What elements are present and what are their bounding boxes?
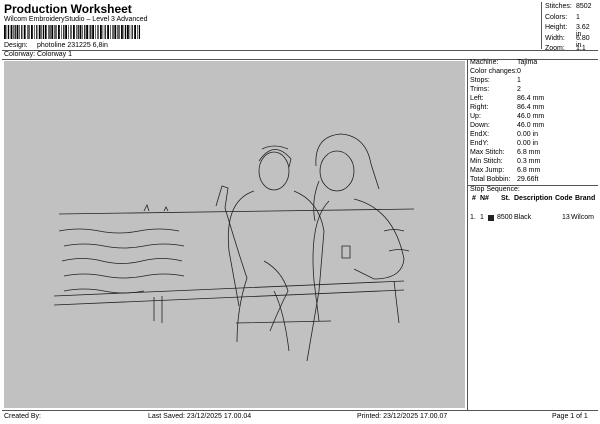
info-label: Total Bobbin: [470, 176, 511, 183]
info-value: 46.0 mm [517, 122, 545, 129]
stat-row-stitches: Stitches: 8502 [541, 3, 597, 14]
info-value: 0.00 in [517, 131, 539, 138]
info-value: 1 [517, 77, 521, 84]
stat-value: 1 [576, 13, 580, 21]
info-label: Color changes: [470, 68, 518, 75]
info-row-color-changes: Color changes: 0 [470, 68, 598, 77]
header-separator [2, 50, 598, 51]
row-n: 1 [480, 214, 484, 221]
stat-label: Stitches: [545, 3, 572, 10]
stat-row-colors: Colors: 1 [541, 14, 597, 25]
col-num: # [472, 195, 476, 202]
panel-divider [467, 59, 468, 410]
footer-printed: Printed: 23/12/2025 17.00.07 [357, 413, 448, 420]
right-body [312, 198, 405, 322]
stop-sequence-header: # N# St. Description Code Brand [470, 195, 598, 205]
info-row-endy: EndY: 0.00 in [470, 140, 598, 149]
ship-railing [53, 280, 405, 324]
info-label: Max Stitch: [470, 149, 505, 156]
row-description: Black [514, 214, 532, 221]
stat-value: 8502 [576, 3, 592, 10]
info-row-max-jump: Max Jump: 6.8 mm [470, 167, 598, 176]
software-name: Wilcom EmbroideryStudio – Level 3 Advanc… [4, 16, 148, 23]
col-st: St. [501, 195, 510, 202]
info-label: Up: [470, 113, 481, 120]
info-label: Down: [470, 122, 490, 129]
info-row-stops: Stops: 1 [470, 77, 598, 86]
embroidery-artwork [53, 133, 415, 362]
col-code: Code [555, 195, 573, 202]
right-face [319, 150, 355, 192]
info-row-up: Up: 46.0 mm [470, 113, 598, 122]
info-row-max-stitch: Max Stitch: 6.8 mm [470, 149, 598, 158]
info-value: 0.3 mm [517, 158, 541, 165]
info-value: 86.4 mm [517, 95, 545, 102]
info-value: 0.00 in [517, 140, 539, 147]
col-brand: Brand [575, 195, 596, 202]
info-label: Right: [470, 104, 489, 111]
design-label: Design: [4, 42, 28, 49]
stop-sequence-row: 1. 1 8500 Black 13 Wilcom [470, 214, 598, 224]
info-row-trims: Trims: 2 [470, 86, 598, 95]
info-value: 46.0 mm [517, 113, 545, 120]
row-code: 13 [562, 214, 570, 221]
stat-row-width: Width: 6.80 in [541, 34, 597, 49]
info-row-machine: Machine: Tajima [470, 59, 598, 68]
col-description: Description [514, 195, 553, 202]
info-label: EndX: [470, 131, 490, 138]
row-num: 1. [470, 214, 476, 221]
info-value: 2 [517, 86, 521, 93]
horizon-line [58, 208, 415, 215]
row-brand: Wilcom [571, 214, 594, 221]
left-face [258, 151, 290, 191]
info-row-left: Left: 86.4 mm [470, 95, 598, 104]
worksheet-title: Production Worksheet [4, 2, 132, 16]
footer-page-number: Page 1 of 1 [552, 413, 588, 420]
info-row-down: Down: 46.0 mm [470, 122, 598, 131]
info-value: 29.66ft [517, 176, 539, 183]
stat-row-height: Height: 3.62 in [541, 24, 597, 38]
col-n: N# [480, 195, 489, 202]
colorway-label: Colorway: [4, 51, 36, 58]
barcode-icon [4, 25, 140, 39]
stop-sequence-title: Stop Sequence: [470, 186, 520, 193]
color-swatch-icon [488, 215, 494, 221]
info-label: Trims: [470, 86, 490, 93]
info-row-min-stitch: Min Stitch: 0.3 mm [470, 158, 598, 167]
footer-created-by: Created By: [4, 413, 41, 420]
stat-label: Height: [545, 24, 568, 31]
stats-box: Stitches: 8502 Colors: 1 Height: 3.62 in Wi… [541, 3, 597, 52]
info-label: Stops: [470, 77, 490, 84]
info-value: 0 [517, 68, 521, 75]
info-row-right: Right: 86.4 mm [470, 104, 598, 113]
row-st: 8500 [497, 214, 513, 221]
stat-label: Colors: [545, 13, 568, 21]
info-row-endx: EndX: 0.00 in [470, 131, 598, 140]
info-label: Left: [470, 95, 484, 102]
colorway-value: Colorway 1 [37, 51, 73, 58]
info-label: EndY: [470, 140, 489, 147]
footer-separator [2, 410, 598, 411]
left-strap [263, 260, 290, 352]
design-preview [4, 61, 465, 408]
distant-skyline [143, 203, 169, 212]
info-value: Tajima [517, 59, 538, 66]
info-label: Machine: [470, 59, 499, 66]
footer-last-saved: Last Saved: 23/12/2025 17.00.04 [148, 413, 252, 420]
info-label: Max Jump: [470, 167, 505, 174]
design-value: photoline 231225 6,8in [37, 42, 108, 49]
info-value: 86.4 mm [517, 104, 545, 111]
machine-info-panel: Machine: Tajima Color changes: 0 Stops: 1 T… [470, 59, 598, 185]
info-value: 6.8 mm [517, 167, 541, 174]
stat-label: Width: [545, 34, 565, 42]
info-row-total-bobbin: Total Bobbin: 29.66ft [470, 176, 598, 185]
info-label: Min Stitch: [470, 158, 503, 165]
info-value: 6.8 mm [517, 149, 541, 156]
